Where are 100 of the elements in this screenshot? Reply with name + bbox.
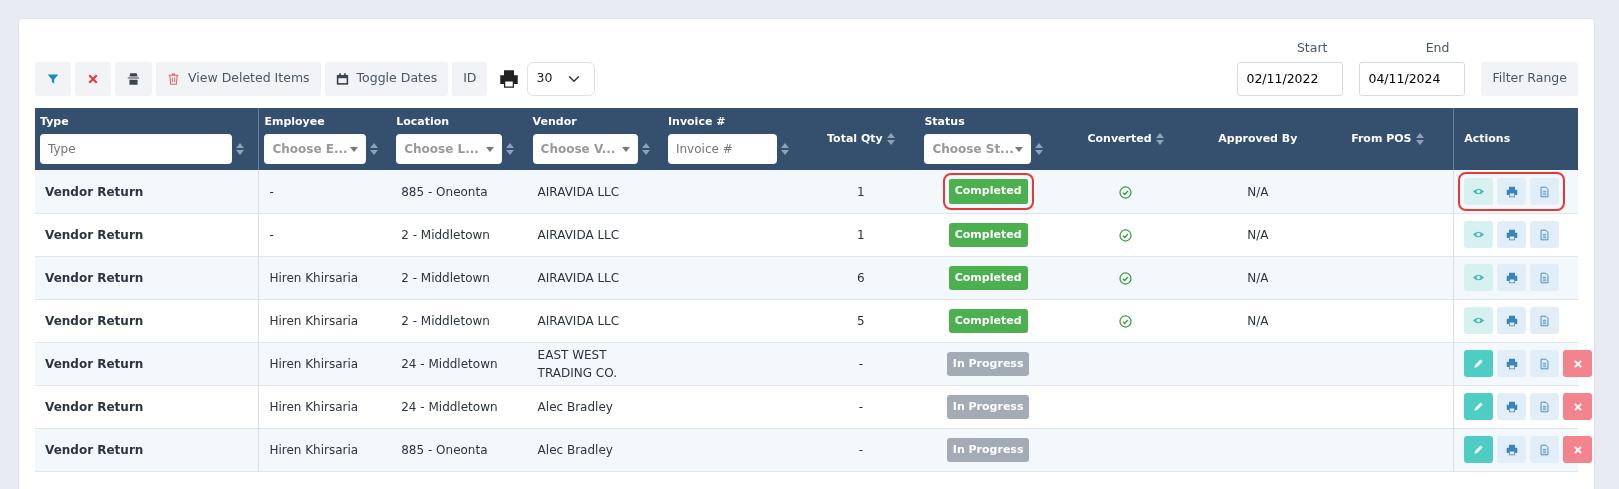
table-cell: 1	[857, 227, 865, 242]
table-cell: 885 - Oneonta	[401, 442, 488, 457]
document-button[interactable]	[1530, 393, 1560, 421]
column-header: Type	[40, 113, 70, 130]
status-badge: Completed	[948, 265, 1028, 290]
document-icon	[1539, 443, 1551, 456]
page-size-select[interactable]: 30	[527, 61, 596, 96]
delete-button[interactable]	[1563, 436, 1593, 464]
table-cell: 2 - Middletown	[401, 227, 490, 242]
view-button[interactable]	[1464, 221, 1494, 249]
column-header: Status	[924, 113, 966, 130]
print-button[interactable]	[1497, 350, 1527, 378]
table-cell: Hiren Khirsaria	[269, 442, 359, 457]
start-date-field[interactable]: 02/11/2022	[1237, 61, 1344, 96]
table-cell: -	[858, 356, 864, 371]
print-icon	[1505, 314, 1518, 327]
status-badge: In Progress	[946, 394, 1030, 419]
id-button[interactable]: ID	[452, 61, 488, 96]
trash-icon	[167, 71, 180, 86]
print-icon	[499, 68, 520, 89]
table-cell: Hiren Khirsaria	[269, 313, 359, 328]
table-cell: Vendor Return	[45, 356, 144, 371]
sort-icon[interactable]	[641, 143, 650, 156]
column-header: Approved By	[1218, 130, 1298, 147]
caret-icon	[1015, 146, 1024, 152]
pencil-icon	[1473, 444, 1485, 456]
sort-icon[interactable]	[506, 143, 515, 156]
table-cell: N/A	[1247, 184, 1269, 199]
print-button[interactable]	[1497, 221, 1527, 249]
column-header: Vendor	[532, 113, 578, 130]
table-cell: 2 - Middletown	[401, 270, 490, 285]
table-cell: 24 - Middletown	[401, 356, 498, 371]
close-icon	[1572, 358, 1583, 369]
table-cell: -	[858, 442, 864, 457]
sort-icon[interactable]	[236, 143, 244, 156]
edit-button[interactable]	[1464, 436, 1494, 464]
print-button[interactable]	[1497, 436, 1527, 464]
filter-field[interactable]: Type	[40, 134, 232, 165]
table-cell: 2 - Middletown	[401, 313, 490, 328]
column-header: Total Qty	[827, 130, 883, 147]
document-button[interactable]	[1530, 264, 1560, 292]
sort-icon[interactable]	[1035, 143, 1044, 156]
document-icon	[1539, 228, 1551, 241]
edit-button[interactable]	[1464, 350, 1494, 378]
table-cell-text: AIRAVIDA LLC	[537, 312, 620, 330]
delete-button[interactable]	[1563, 393, 1593, 421]
print-button[interactable]	[1497, 178, 1527, 205]
document-button[interactable]	[1530, 307, 1560, 335]
document-icon	[1539, 400, 1551, 413]
table-cell-text: Alec Bradley	[537, 398, 613, 416]
table-cell: -	[269, 184, 274, 199]
delete-button[interactable]	[1563, 350, 1593, 378]
print-button[interactable]	[1497, 307, 1527, 335]
status-badge: In Progress	[946, 437, 1030, 462]
view-button[interactable]	[1464, 307, 1494, 335]
sort-icon[interactable]	[1155, 133, 1164, 145]
filter-icon[interactable]	[35, 61, 71, 96]
document-button[interactable]	[1530, 178, 1560, 205]
filter-range-button[interactable]: Filter Range	[1481, 61, 1578, 96]
edit-button[interactable]	[1464, 393, 1494, 421]
sort-icon[interactable]	[886, 133, 895, 145]
hat-figure-icon	[127, 71, 140, 86]
document-icon	[1539, 357, 1551, 370]
view-button[interactable]	[1464, 264, 1494, 292]
document-button[interactable]	[1530, 350, 1560, 378]
table-cell: Vendor Return	[45, 399, 144, 414]
close-icon	[1572, 444, 1583, 455]
table-cell: Vendor Return	[45, 227, 144, 242]
incognito-button[interactable]	[115, 61, 152, 96]
column-header: Actions	[1464, 130, 1511, 147]
status-badge: In Progress	[946, 351, 1030, 376]
print-button[interactable]	[1497, 264, 1527, 292]
toggle-dates-button[interactable]: Toggle Dates	[324, 61, 449, 96]
document-button[interactable]	[1530, 221, 1560, 249]
print-icon	[1505, 228, 1518, 241]
document-icon	[1539, 185, 1551, 198]
table-cell: 6	[857, 270, 865, 285]
document-icon	[1539, 271, 1551, 284]
column-header: Invoice #	[667, 113, 727, 130]
table-cell: -	[269, 227, 274, 242]
view-deleted-button[interactable]: View Deleted Items	[156, 61, 321, 96]
sort-icon[interactable]	[780, 143, 789, 156]
caret-icon	[486, 146, 495, 152]
table-cell: Vendor Return	[45, 313, 144, 328]
table-cell: 24 - Middletown	[401, 399, 498, 414]
close-icon	[87, 72, 99, 85]
table-cell: N/A	[1247, 227, 1269, 242]
clear-button[interactable]	[75, 61, 111, 96]
table-cell: Hiren Khirsaria	[269, 399, 359, 414]
filter-field[interactable]: Invoice #	[667, 134, 777, 165]
print-button[interactable]	[1497, 393, 1527, 421]
table-cell-text: EAST WEST TRADING CO.	[537, 346, 618, 382]
view-button[interactable]	[1464, 178, 1494, 205]
document-button[interactable]	[1530, 436, 1560, 464]
table-cell-text: AIRAVIDA LLC	[537, 269, 620, 287]
sort-icon[interactable]	[1415, 133, 1424, 145]
table-cell: Hiren Khirsaria	[269, 356, 359, 371]
end-date-field[interactable]: 04/11/2024	[1359, 61, 1466, 96]
sort-icon[interactable]	[370, 143, 379, 156]
table-cell: Vendor Return	[45, 184, 144, 199]
